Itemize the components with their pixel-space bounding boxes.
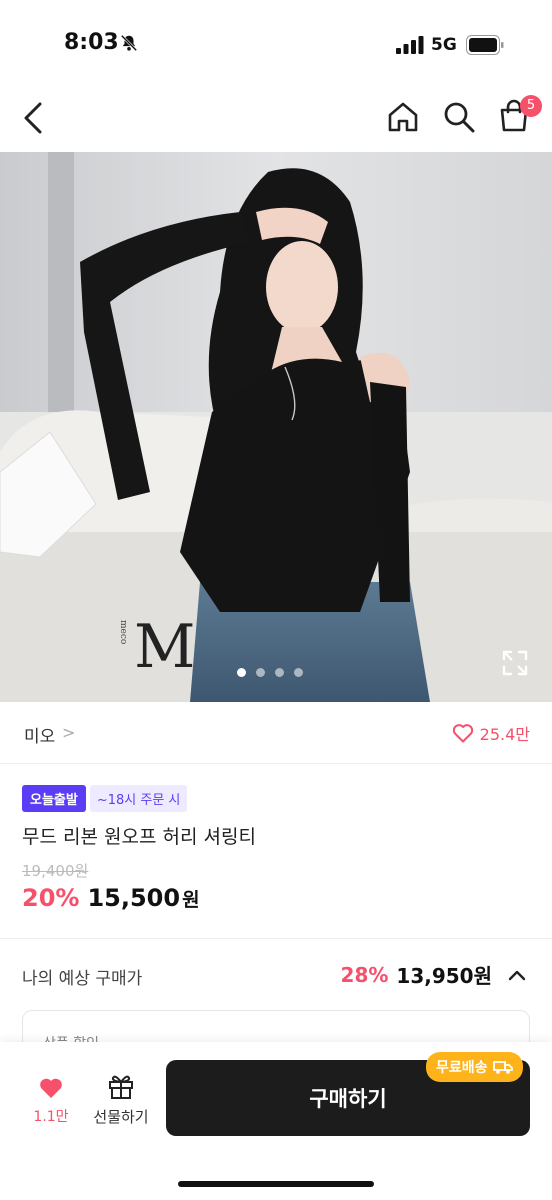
- price-row: 20% 15,500 원: [22, 884, 200, 912]
- badge-order-time: ~18시 주문 시: [89, 785, 188, 812]
- badge-today-ship: 오늘출발: [22, 785, 86, 812]
- gift-label: 선물하기: [93, 1108, 149, 1126]
- like-group[interactable]: 25.4만: [452, 721, 530, 745]
- expected-discount: 28%: [340, 962, 389, 987]
- sale-price-unit: 원: [182, 889, 200, 911]
- signal-icon: [396, 36, 424, 54]
- status-time: 8:03: [64, 30, 119, 55]
- cart-count-badge: 5: [520, 95, 542, 117]
- back-arrow-icon[interactable]: [18, 100, 48, 136]
- product-title: 무드 리본 원오프 허리 셔링티: [22, 826, 256, 848]
- carousel-dot[interactable]: [275, 668, 284, 677]
- like-button-count: 1.1만: [33, 1109, 69, 1125]
- seller-name[interactable]: 미오: [24, 722, 55, 747]
- product-photo: [0, 152, 552, 702]
- sale-price: 15,500: [87, 884, 181, 912]
- truck-icon: [492, 1061, 513, 1074]
- home-icon[interactable]: [386, 100, 420, 134]
- free-shipping-tag: 무료배송: [426, 1052, 523, 1082]
- carousel-dot[interactable]: [237, 668, 246, 677]
- original-price: 19,400원: [22, 862, 89, 880]
- expand-icon[interactable]: [502, 650, 528, 676]
- expected-price: 13,950원: [396, 964, 492, 988]
- like-button[interactable]: 1.1만: [26, 1072, 76, 1132]
- shipping-badges: 오늘출발 ~18시 주문 시: [22, 785, 188, 812]
- status-bar: 8:03 5G: [0, 0, 552, 80]
- carousel-dot[interactable]: [256, 668, 265, 677]
- seller-row[interactable]: 미오 > 25.4만: [0, 702, 552, 764]
- divider: [0, 938, 552, 939]
- expected-price-row[interactable]: 나의 예상 구매가 28% 13,950원: [0, 940, 552, 1010]
- expected-price-value: 28% 13,950원: [341, 960, 528, 989]
- heart-filled-icon: [40, 1078, 62, 1098]
- like-count: 25.4만: [479, 725, 530, 744]
- brand-mark-small: meco: [118, 620, 128, 645]
- network-label: 5G: [431, 35, 457, 55]
- gift-icon: [109, 1075, 133, 1099]
- free-shipping-label: 무료배송: [436, 1060, 488, 1076]
- chevron-right-icon: >: [62, 723, 76, 742]
- battery-icon: [466, 35, 504, 55]
- brand-mark: M: [134, 612, 196, 682]
- discount-rate: 20%: [22, 884, 80, 912]
- gift-button[interactable]: 선물하기: [88, 1070, 154, 1132]
- heart-outline-icon: [452, 724, 473, 743]
- search-icon[interactable]: [442, 100, 476, 134]
- carousel-dot[interactable]: [294, 668, 303, 677]
- home-indicator: [178, 1181, 374, 1187]
- product-image[interactable]: [0, 152, 552, 702]
- top-nav: [0, 80, 552, 152]
- expected-price-label: 나의 예상 구매가: [22, 969, 143, 989]
- chevron-up-icon[interactable]: [506, 964, 528, 986]
- bell-off-icon: [120, 34, 138, 52]
- carousel-dots: [237, 668, 303, 677]
